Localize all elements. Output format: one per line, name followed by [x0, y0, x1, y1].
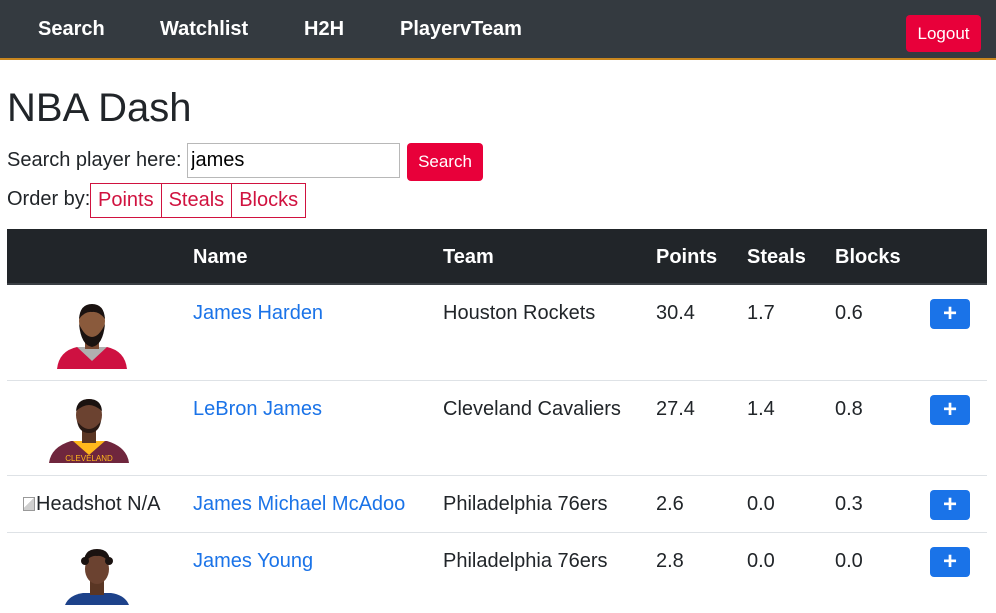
order-points-button[interactable]: Points — [90, 183, 162, 218]
order-blocks-button[interactable]: Blocks — [231, 183, 307, 218]
player-name-link[interactable]: James Harden — [193, 302, 323, 325]
player-steals: 0.0 — [747, 493, 775, 515]
player-headshot: CLEVELAND — [39, 395, 139, 463]
player-headshot — [55, 547, 139, 605]
player-name-link[interactable]: James Young — [193, 550, 313, 573]
header-name: Name — [193, 246, 248, 268]
table-row: James Young Philadelphia 76ers 2.8 0.0 0… — [7, 533, 987, 613]
nav-playervteam-link[interactable]: PlayervTeam — [400, 18, 522, 41]
headshot-alt-text: Headshot N/A — [36, 493, 161, 515]
order-by-label: Order by: — [7, 188, 91, 210]
player-team: Cleveland Cavaliers — [443, 398, 621, 420]
search-input[interactable] — [187, 143, 400, 178]
table-row: CLEVELAND LeBron James Cleveland Cavalie… — [7, 381, 987, 476]
logout-button[interactable]: Logout — [906, 15, 981, 52]
player-steals: 0.0 — [747, 550, 775, 572]
player-team: Houston Rockets — [443, 302, 596, 324]
player-points: 2.6 — [656, 493, 684, 515]
player-blocks: 0.8 — [835, 398, 863, 420]
search-label: Search player here: — [7, 149, 182, 171]
player-name-link[interactable]: James Michael McAdoo — [193, 493, 405, 516]
header-blocks: Blocks — [835, 246, 901, 268]
player-steals: 1.4 — [747, 398, 775, 420]
svg-text:CLEVELAND: CLEVELAND — [65, 454, 113, 463]
headshot-unavailable: Headshot N/A — [23, 493, 161, 516]
nav-watchlist-link[interactable]: Watchlist — [160, 18, 248, 41]
order-by-button-group: Points Steals Blocks — [90, 183, 307, 218]
search-button[interactable]: Search — [407, 143, 483, 181]
add-to-watchlist-button[interactable]: + — [930, 299, 970, 329]
broken-image-icon — [23, 497, 35, 511]
nav-search-link[interactable]: Search — [38, 18, 105, 41]
add-to-watchlist-button[interactable]: + — [930, 395, 970, 425]
table-row: James Harden Houston Rockets 30.4 1.7 0.… — [7, 285, 987, 381]
player-team: Philadelphia 76ers — [443, 550, 608, 572]
player-headshot — [47, 299, 137, 369]
header-points: Points — [656, 246, 718, 268]
players-table: Name Team Points Steals Blocks James Har… — [7, 229, 987, 613]
player-blocks: 0.3 — [835, 493, 863, 515]
player-blocks: 0.6 — [835, 302, 863, 324]
player-blocks: 0.0 — [835, 550, 863, 572]
player-points: 30.4 — [656, 302, 695, 324]
page-title: NBA Dash — [7, 86, 192, 130]
player-team: Philadelphia 76ers — [443, 493, 608, 515]
add-to-watchlist-button[interactable]: + — [930, 490, 970, 520]
table-row: Headshot N/A James Michael McAdoo Philad… — [7, 476, 987, 533]
player-points: 2.8 — [656, 550, 684, 572]
nav-h2h-link[interactable]: H2H — [304, 18, 344, 41]
player-name-link[interactable]: LeBron James — [193, 398, 322, 421]
player-steals: 1.7 — [747, 302, 775, 324]
order-steals-button[interactable]: Steals — [160, 183, 233, 218]
top-navbar: Search Watchlist H2H PlayervTeam Logout — [0, 0, 996, 60]
header-steals: Steals — [747, 246, 806, 268]
table-header: Name Team Points Steals Blocks — [7, 229, 987, 285]
player-points: 27.4 — [656, 398, 695, 420]
add-to-watchlist-button[interactable]: + — [930, 547, 970, 577]
header-team: Team — [443, 246, 494, 268]
